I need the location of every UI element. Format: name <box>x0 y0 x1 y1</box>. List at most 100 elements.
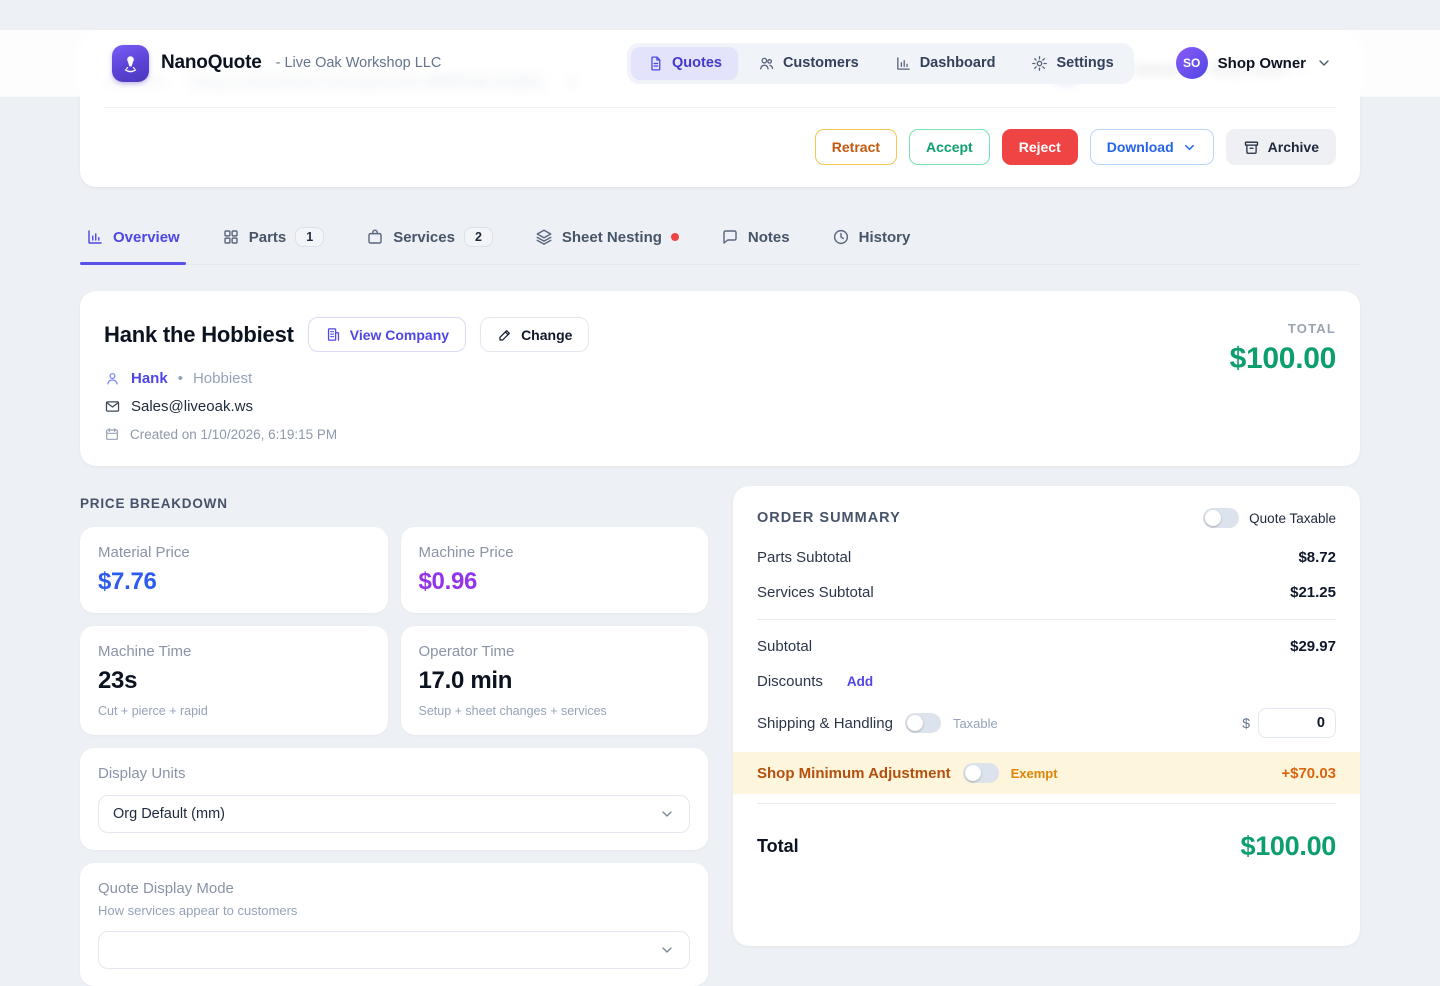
person-icon <box>104 370 121 387</box>
display-units-select[interactable]: Org Default (mm) <box>98 795 690 833</box>
file-text-icon <box>647 55 664 72</box>
brand-logo-icon <box>112 45 149 82</box>
shipping-taxable-label: Taxable <box>953 716 998 731</box>
order-total-value: $100.00 <box>1241 831 1337 862</box>
discounts-label: Discounts <box>757 673 823 690</box>
grid-icon <box>222 228 240 246</box>
view-company-button[interactable]: View Company <box>308 317 466 352</box>
nav-item-dashboard[interactable]: Dashboard <box>879 47 1012 80</box>
tab-services[interactable]: Services 2 <box>364 213 495 264</box>
quote-tabs: Overview Parts 1 Services 2 Sheet Nestin… <box>80 213 1360 265</box>
user-menu[interactable]: SO Shop Owner <box>1176 47 1332 79</box>
nav-item-customers[interactable]: Customers <box>742 47 875 80</box>
operator-time-note: Setup + sheet changes + services <box>419 704 691 718</box>
view-company-label: View Company <box>350 327 449 343</box>
add-discount-link[interactable]: Add <box>847 674 873 689</box>
services-subtotal-row: Services Subtotal $21.25 <box>757 575 1336 610</box>
tab-label: Services <box>393 229 455 246</box>
total-row: Total $100.00 <box>757 813 1336 862</box>
navbar: NanoQuote - Live Oak Workshop LLC Quotes… <box>0 30 1440 96</box>
main-nav: Quotes Customers Dashboard Settings <box>627 43 1134 84</box>
customer-created-row: Created on 1/10/2026, 6:19:15 PM <box>104 426 589 442</box>
machine-time-label: Machine Time <box>98 643 370 660</box>
nav-item-settings[interactable]: Settings <box>1015 47 1129 80</box>
contact-last-name: Hobbiest <box>193 370 252 387</box>
chevron-down-icon <box>1316 55 1332 71</box>
nav-label: Quotes <box>672 55 722 71</box>
bar-chart-icon <box>86 228 104 246</box>
reject-button[interactable]: Reject <box>1002 129 1078 165</box>
parts-count-badge: 1 <box>295 227 324 247</box>
discounts-row: Discounts Add <box>757 664 1336 699</box>
nav-item-quotes[interactable]: Quotes <box>631 47 738 80</box>
subtotal-row: Subtotal $29.97 <box>757 629 1336 664</box>
layers-icon <box>535 228 553 246</box>
alert-dot-icon <box>671 233 679 241</box>
tab-notes[interactable]: Notes <box>719 213 792 264</box>
building-icon <box>325 326 342 343</box>
mail-icon <box>104 398 121 415</box>
nav-label: Settings <box>1056 55 1113 71</box>
quote-total-value: $100.00 <box>1230 342 1336 376</box>
tab-label: Notes <box>748 229 790 246</box>
brand-name: NanoQuote <box>161 52 262 74</box>
machine-price-label: Machine Price <box>419 544 691 561</box>
user-name: Shop Owner <box>1218 55 1306 72</box>
machine-time-note: Cut + pierce + rapid <box>98 704 370 718</box>
operator-time-value: 17.0 min <box>419 667 691 695</box>
divider <box>757 619 1336 620</box>
tab-parts[interactable]: Parts 1 <box>220 213 326 264</box>
chevron-down-icon <box>659 806 675 822</box>
display-units-value: Org Default (mm) <box>113 806 225 822</box>
nav-label: Customers <box>783 55 859 71</box>
shipping-amount-input[interactable] <box>1258 708 1336 738</box>
quote-taxable-label: Quote Taxable <box>1249 511 1336 526</box>
quote-display-mode-card: Quote Display Mode How services appear t… <box>80 863 708 986</box>
subtotal-label: Subtotal <box>757 638 812 655</box>
operator-time-card: Operator Time 17.0 min Setup + sheet cha… <box>401 626 709 735</box>
chevron-down-icon <box>1182 140 1197 155</box>
tab-sheet-nesting[interactable]: Sheet Nesting <box>533 213 681 264</box>
customer-email: Sales@liveoak.ws <box>131 398 253 415</box>
machine-time-value: 23s <box>98 667 370 695</box>
customer-card: Hank the Hobbiest View Company Change Ha… <box>80 291 1360 466</box>
retract-button[interactable]: Retract <box>815 129 897 165</box>
shipping-taxable-toggle[interactable] <box>905 713 941 733</box>
bullet: • <box>178 370 183 387</box>
bar-chart-icon <box>895 55 912 72</box>
calendar-icon <box>104 426 120 442</box>
quote-taxable-toggle[interactable] <box>1203 508 1239 528</box>
operator-time-label: Operator Time <box>419 643 691 660</box>
quote-display-mode-note: How services appear to customers <box>98 903 690 918</box>
nav-label: Dashboard <box>920 55 996 71</box>
order-summary-heading: ORDER SUMMARY <box>757 510 901 526</box>
tab-overview[interactable]: Overview <box>84 213 182 264</box>
download-button[interactable]: Download <box>1090 129 1214 165</box>
services-subtotal-label: Services Subtotal <box>757 584 874 601</box>
users-icon <box>758 55 775 72</box>
tab-label: Sheet Nesting <box>562 229 662 246</box>
pencil-icon <box>497 327 513 343</box>
accept-button[interactable]: Accept <box>909 129 990 165</box>
tab-label: Parts <box>249 229 287 246</box>
quote-display-mode-select[interactable] <box>98 931 690 969</box>
shipping-row: Shipping & Handling Taxable $ <box>757 699 1336 747</box>
currency-symbol: $ <box>1242 715 1250 731</box>
quote-actions: Retract Accept Reject Download Archive <box>104 108 1336 165</box>
briefcase-icon <box>366 228 384 246</box>
shop-minimum-exempt-toggle[interactable] <box>963 763 999 783</box>
change-customer-button[interactable]: Change <box>480 317 589 352</box>
material-price-value: $7.76 <box>98 568 370 596</box>
archive-button[interactable]: Archive <box>1226 129 1336 165</box>
change-label: Change <box>521 327 572 343</box>
quote-display-mode-label: Quote Display Mode <box>98 880 690 897</box>
services-subtotal-value: $21.25 <box>1290 584 1336 601</box>
archive-label: Archive <box>1268 139 1319 155</box>
services-count-badge: 2 <box>464 227 493 247</box>
tab-history[interactable]: History <box>830 213 913 264</box>
contact-first-name[interactable]: Hank <box>131 370 168 387</box>
shop-minimum-label: Shop Minimum Adjustment <box>757 765 951 782</box>
material-price-card: Material Price $7.76 <box>80 527 388 613</box>
shop-minimum-exempt-label: Exempt <box>1011 766 1058 781</box>
shop-minimum-row: Shop Minimum Adjustment Exempt +$70.03 <box>733 752 1360 794</box>
